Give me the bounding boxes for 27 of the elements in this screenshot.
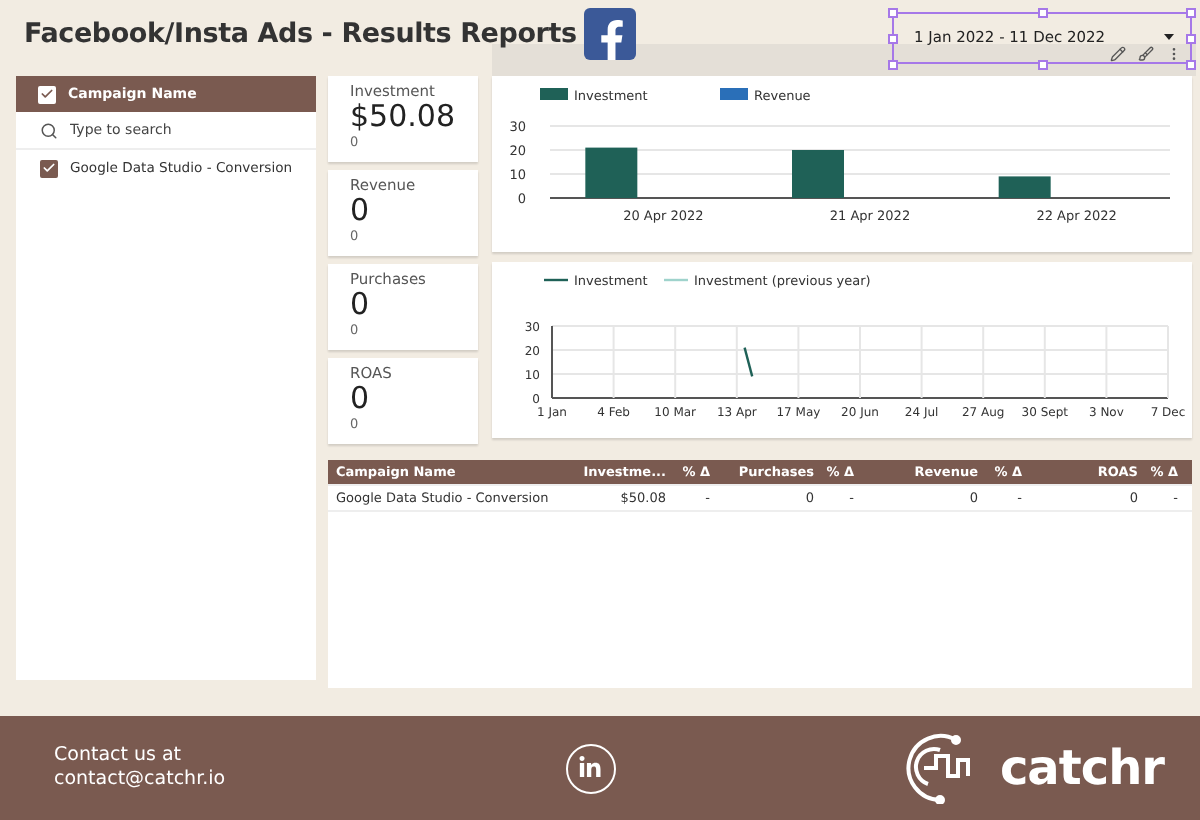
selection-handle[interactable] [1038, 60, 1048, 70]
bar [585, 147, 638, 198]
selection-handle[interactable] [1186, 34, 1196, 44]
search-icon [40, 121, 58, 139]
selection-handle[interactable] [888, 8, 898, 18]
kpi-value: $50.08 [350, 100, 457, 134]
checkbox[interactable] [40, 159, 58, 177]
line-series [743, 347, 754, 377]
report-title: Facebook/Insta Ads - Results Reports [24, 20, 577, 50]
brush-icon[interactable] [1138, 46, 1154, 62]
kpi-value: 0 [350, 382, 372, 416]
brand-name: catchr [999, 740, 1164, 796]
facebook-icon [584, 8, 637, 60]
selection-handle[interactable] [1038, 8, 1048, 18]
selection-handle[interactable] [1186, 8, 1196, 18]
dropdown-caret-icon [1164, 34, 1174, 40]
bar [998, 176, 1051, 198]
kpi-value: 0 [350, 288, 372, 322]
contact-text: Contact us at [54, 743, 184, 768]
selection-handle[interactable] [888, 60, 898, 70]
contact-text: contact@catchr.io [54, 768, 226, 793]
pencil-icon[interactable] [1110, 46, 1126, 62]
bar [792, 150, 844, 198]
kpi-value: 0 [350, 194, 372, 228]
linkedin-icon[interactable] [565, 743, 616, 793]
selection-handle[interactable] [1186, 60, 1196, 70]
selection-handle[interactable] [888, 34, 898, 44]
